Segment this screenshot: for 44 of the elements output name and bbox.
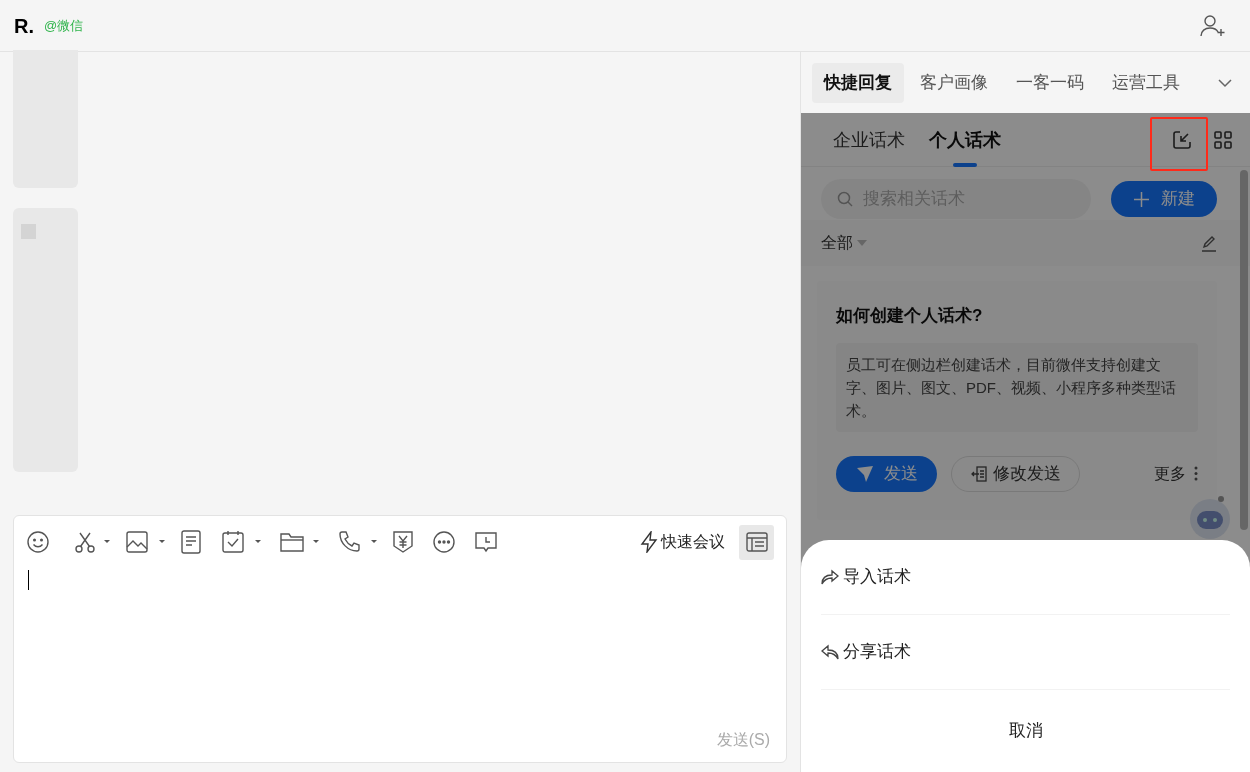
insert-icon bbox=[970, 465, 987, 482]
chevron-down-icon[interactable] bbox=[1218, 77, 1232, 88]
search-icon bbox=[837, 191, 853, 207]
export-icon[interactable] bbox=[1172, 129, 1192, 150]
grid-icon[interactable] bbox=[1214, 130, 1232, 149]
sheet-menu-item[interactable]: 导入话术 bbox=[821, 540, 1230, 615]
more-icon[interactable] bbox=[432, 530, 456, 554]
kebab-icon bbox=[1194, 466, 1198, 481]
sidebar-tab[interactable]: 运营工具 bbox=[1100, 62, 1192, 103]
filter-dropdown[interactable]: 全部 bbox=[821, 231, 867, 255]
reply-arrow-icon bbox=[821, 644, 839, 660]
highlight-frame bbox=[1150, 117, 1208, 171]
script-tab[interactable]: 个人话术 bbox=[929, 127, 1001, 166]
sheet-menu-item[interactable]: 分享话术 bbox=[821, 615, 1230, 690]
scrollbar[interactable] bbox=[1240, 170, 1248, 530]
scissors-icon[interactable] bbox=[74, 530, 112, 554]
edit-icon[interactable] bbox=[1201, 234, 1217, 252]
image-icon[interactable] bbox=[126, 530, 166, 554]
shield-yen-icon[interactable] bbox=[392, 530, 414, 554]
more-menu-button[interactable]: 更多 bbox=[1154, 461, 1198, 486]
quick-meeting-button[interactable]: 快速会议 bbox=[639, 530, 725, 554]
sidebar-tab[interactable]: 客户画像 bbox=[908, 62, 1000, 103]
add-contact-icon[interactable] bbox=[1200, 13, 1226, 38]
calendar-check-icon[interactable] bbox=[222, 530, 262, 554]
card-title: 如何创建个人话术? bbox=[836, 305, 984, 327]
script-tab[interactable]: 企业话术 bbox=[833, 127, 905, 166]
panel-icon bbox=[745, 532, 768, 552]
source-label: @微信 bbox=[44, 16, 84, 35]
chat-clock-icon[interactable] bbox=[474, 530, 498, 554]
document-icon[interactable] bbox=[180, 530, 202, 554]
lightning-icon bbox=[639, 531, 659, 553]
contact-name: R. bbox=[14, 13, 34, 39]
paper-plane-icon bbox=[855, 464, 874, 483]
phone-icon[interactable] bbox=[338, 530, 378, 554]
card-body: 员工可在侧边栏创建话术，目前微伴支持创建文字、图片、图文、PDF、视频、小程序多种类型话术。 bbox=[836, 342, 1198, 432]
caret-icon bbox=[857, 240, 867, 246]
panel-toggle-button[interactable] bbox=[739, 524, 774, 560]
folder-icon[interactable] bbox=[280, 530, 320, 554]
sidebar-tab[interactable]: 快捷回复 bbox=[812, 62, 904, 103]
cancel-button[interactable]: 取消 bbox=[821, 690, 1230, 772]
sidebar-tab[interactable]: 一客一码 bbox=[1004, 62, 1096, 103]
plus-icon bbox=[1133, 191, 1149, 207]
emoji-icon[interactable] bbox=[26, 530, 50, 554]
forward-arrow-icon bbox=[821, 569, 839, 585]
